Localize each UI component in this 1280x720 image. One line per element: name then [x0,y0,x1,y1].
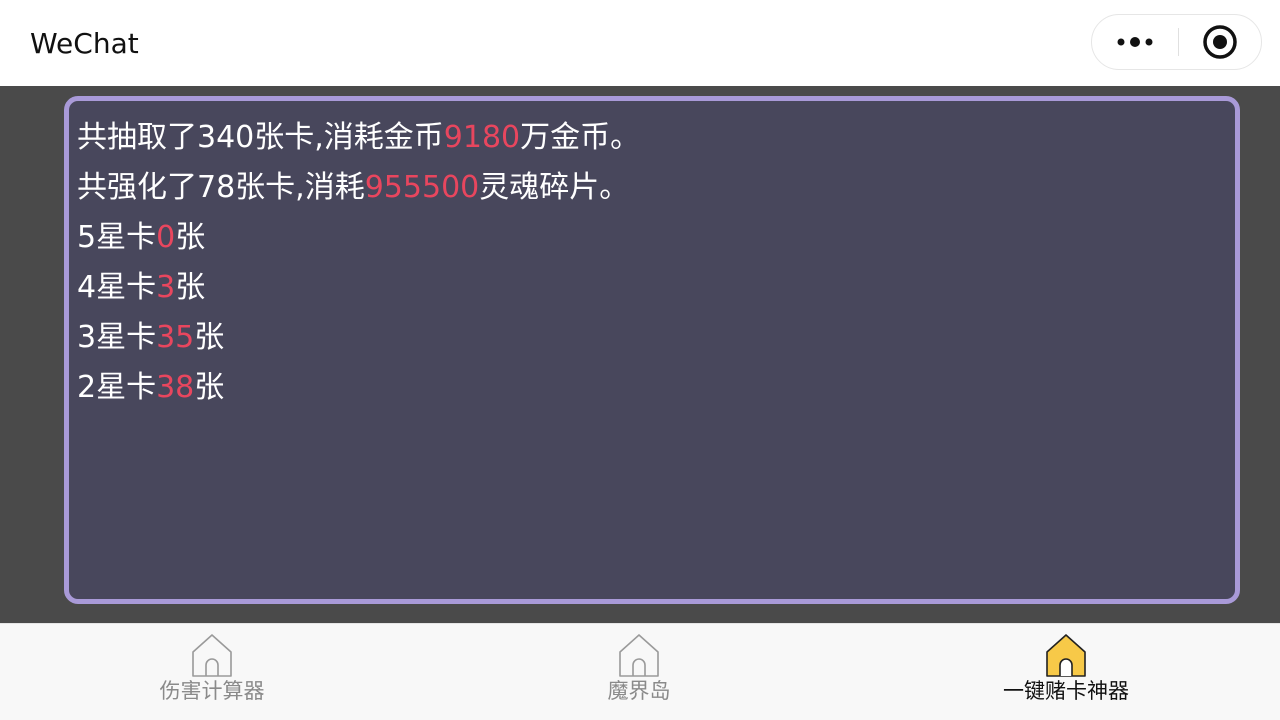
two-star-unit: 张 [194,370,225,405]
five-star-unit: 张 [175,220,206,255]
close-miniprogram-button[interactable] [1179,15,1261,69]
result-panel: 共抽取了340张卡,消耗金币9180万金币。 共强化了78张卡,消耗955500… [64,96,1240,604]
three-star-unit: 张 [194,320,225,355]
menu-capsule [1091,14,1262,70]
two-star-count-line: 2星卡38张 [77,363,1235,413]
four-star-label: 4星卡 [77,270,157,305]
three-star-count-line: 3星卡35张 [77,313,1235,363]
draw-summary-line: 共抽取了340张卡,消耗金币9180万金币。 [77,113,1235,163]
draw-summary-suffix: 万金币。 [520,120,641,155]
three-star-count: 35 [156,320,195,355]
enhance-summary-prefix: 共强化了78张卡,消耗 [77,170,365,205]
four-star-count: 3 [156,270,176,305]
home-icon [619,634,659,677]
soul-shard-cost-value: 955500 [364,170,480,205]
target-circle-icon [1203,25,1237,59]
draw-summary-prefix: 共抽取了340张卡,消耗金币 [77,120,444,155]
four-star-unit: 张 [175,270,206,305]
home-icon [1046,634,1086,677]
tab-card-gamble-tool[interactable]: 一键赌卡神器 [956,632,1176,716]
navigation-bar: WeChat [0,0,1280,86]
content-area: 共抽取了340张卡,消耗金币9180万金币。 共强化了78张卡,消耗955500… [0,86,1280,623]
gold-cost-value: 9180 [443,120,521,155]
app-title: WeChat [30,27,139,60]
tab-label: 一键赌卡神器 [1003,679,1129,703]
tab-bar: 伤害计算器 魔界岛 一键赌卡神器 [0,623,1280,720]
more-dots-icon [1117,37,1152,47]
enhance-summary-suffix: 灵魂碎片。 [479,170,630,205]
five-star-label: 5星卡 [77,220,157,255]
tab-label: 魔界岛 [607,679,671,703]
two-star-count: 38 [156,370,195,405]
five-star-count: 0 [156,220,176,255]
tab-demon-island[interactable]: 魔界岛 [529,632,749,716]
enhance-summary-line: 共强化了78张卡,消耗955500灵魂碎片。 [77,163,1235,213]
tab-damage-calculator[interactable]: 伤害计算器 [102,632,322,716]
five-star-count-line: 5星卡0张 [77,213,1235,263]
two-star-label: 2星卡 [77,370,157,405]
tab-label: 伤害计算器 [159,679,265,703]
four-star-count-line: 4星卡3张 [77,263,1235,313]
more-button[interactable] [1092,15,1177,69]
home-icon [192,634,232,677]
three-star-label: 3星卡 [77,320,157,355]
